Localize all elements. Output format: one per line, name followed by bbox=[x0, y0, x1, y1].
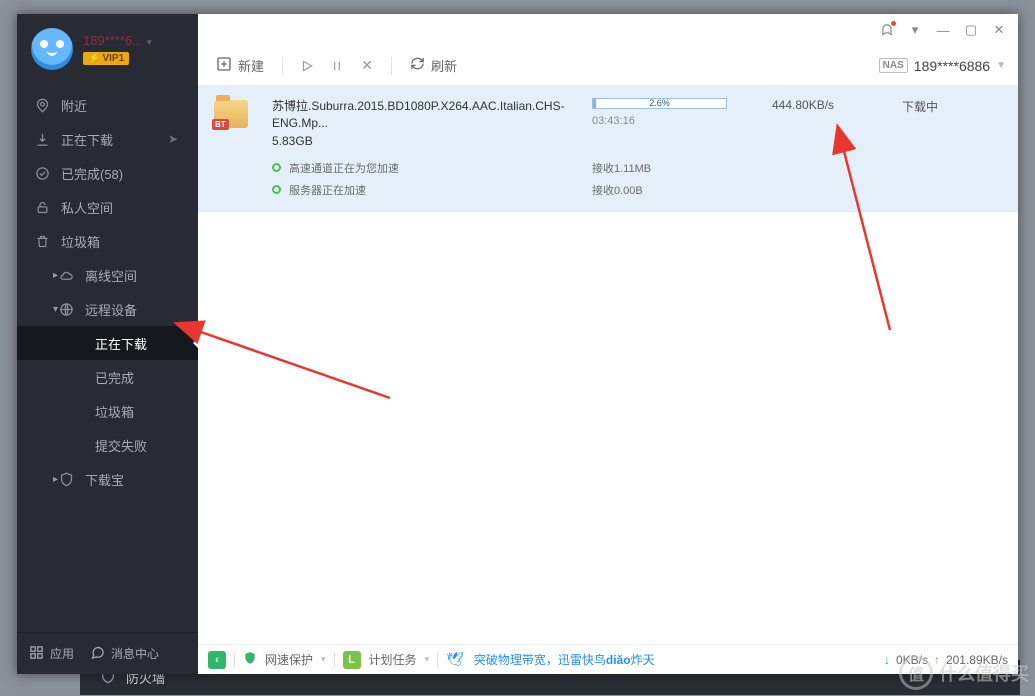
download-row[interactable]: BT 苏博拉.Suburra.2015.BD1080P.X264.AAC.Ita… bbox=[198, 86, 1018, 212]
main-panel: ▾ — ▢ ✕ 新建 ✕ 刷新 NAS bbox=[198, 14, 1018, 674]
titlebar: ▾ — ▢ ✕ bbox=[198, 14, 1018, 46]
vip-badge: ⚡VIP1 bbox=[83, 52, 129, 65]
pause-button[interactable] bbox=[325, 54, 349, 78]
send-icon[interactable]: ➤ bbox=[168, 132, 178, 146]
chevron-down-icon: ▾ bbox=[147, 37, 152, 47]
apps-button[interactable]: 应用 bbox=[29, 645, 74, 663]
bird-icon: 🕊 bbox=[446, 651, 464, 668]
chevron-down-icon: ▾ bbox=[425, 654, 430, 665]
sidebar: 189****6...▾ ⚡VIP1 附近 正在下载 ➤ 已完成(58) 私人空 bbox=[17, 14, 198, 674]
speed: 444.80KB/s bbox=[772, 98, 892, 112]
upload-arrow-icon: ↑ bbox=[934, 653, 940, 667]
back-square-button[interactable]: ‹ bbox=[208, 651, 226, 669]
download-list: BT 苏博拉.Suburra.2015.BD1080P.X264.AAC.Ita… bbox=[198, 86, 1018, 644]
sidebar-item-remote-downloading[interactable]: 正在下载 bbox=[17, 326, 198, 360]
accel-2: 服务器正在加速 bbox=[289, 182, 366, 198]
progress-bar: 2.6% bbox=[592, 98, 727, 109]
new-task-button[interactable]: 新建 bbox=[210, 52, 270, 80]
lock-icon bbox=[33, 200, 51, 215]
sidebar-item-trash[interactable]: 垃圾箱 bbox=[17, 224, 198, 258]
recv-2: 接收0.00B bbox=[592, 182, 762, 198]
chevron-down-icon: ▾ bbox=[321, 654, 326, 665]
progress-percent: 2.6% bbox=[593, 98, 726, 108]
badge-icon bbox=[57, 472, 75, 487]
folder-icon: BT bbox=[214, 100, 248, 128]
refresh-button[interactable]: 刷新 bbox=[404, 52, 463, 79]
sidebar-item-private[interactable]: 私人空间 bbox=[17, 190, 198, 224]
sidebar-item-remote-trash[interactable]: 垃圾箱 bbox=[17, 394, 198, 428]
toolbar: 新建 ✕ 刷新 NAS 189****6886 ▼ bbox=[198, 46, 1018, 86]
status-bar: ‹ 网速保护 ▾ L 计划任务 ▾ 🕊 突破物理带宽，迅雷快鸟diǎo炸天 ↓ … bbox=[198, 644, 1018, 674]
shield-green-icon bbox=[243, 651, 257, 668]
device-selector[interactable]: NAS 189****6886 ▼ bbox=[879, 58, 1006, 74]
trash-icon bbox=[33, 234, 51, 249]
app-window: 189****6...▾ ⚡VIP1 附近 正在下载 ➤ 已完成(58) 私人空 bbox=[17, 14, 1018, 674]
pin-icon bbox=[33, 98, 51, 113]
bt-badge: BT bbox=[212, 119, 229, 130]
grid-icon bbox=[29, 645, 44, 663]
refresh-icon bbox=[410, 56, 425, 75]
username[interactable]: 189****6...▾ bbox=[83, 33, 152, 48]
download-arrow-icon: ↓ bbox=[884, 653, 890, 667]
sidebar-item-completed[interactable]: 已完成(58) bbox=[17, 156, 198, 190]
check-icon bbox=[33, 166, 51, 181]
net-protect-label[interactable]: 网速保护 bbox=[265, 651, 313, 668]
recv-1: 接收1.11MB bbox=[592, 160, 762, 176]
close-button[interactable]: ✕ bbox=[986, 17, 1012, 43]
messages-button[interactable]: 消息中心 bbox=[90, 645, 159, 663]
maximize-button[interactable]: ▢ bbox=[958, 17, 984, 43]
sidebar-header: 189****6...▾ ⚡VIP1 bbox=[17, 14, 198, 82]
sidebar-item-remote-failed[interactable]: 提交失败 bbox=[17, 428, 198, 462]
sidebar-nav: 附近 正在下载 ➤ 已完成(58) 私人空间 垃圾箱 ▸ bbox=[17, 88, 198, 632]
sched-icon: L bbox=[343, 651, 361, 669]
promo-link[interactable]: 突破物理带宽，迅雷快鸟diǎo炸天 bbox=[474, 651, 655, 668]
minimize-button[interactable]: — bbox=[930, 17, 956, 43]
sidebar-item-downloading[interactable]: 正在下载 ➤ bbox=[17, 122, 198, 156]
ul-speed: 201.89KB/s bbox=[946, 653, 1008, 667]
nas-badge: NAS bbox=[879, 58, 908, 73]
chevron-down-icon: ▾ bbox=[53, 304, 58, 315]
file-name: 苏博拉.Suburra.2015.BD1080P.X264.AAC.Italia… bbox=[272, 98, 582, 132]
avatar[interactable] bbox=[31, 28, 73, 70]
chevron-down-icon: ▼ bbox=[996, 60, 1006, 71]
delete-button[interactable]: ✕ bbox=[355, 54, 379, 78]
chevron-right-icon: ▸ bbox=[53, 270, 58, 281]
menu-dropdown-icon[interactable]: ▾ bbox=[902, 17, 928, 43]
accel-1: 高速通道正在为您加速 bbox=[289, 160, 399, 176]
sidebar-item-nearby[interactable]: 附近 bbox=[17, 88, 198, 122]
sidebar-item-remote-completed[interactable]: 已完成 bbox=[17, 360, 198, 394]
status: 下载中 bbox=[902, 98, 1002, 115]
eta: 03:43:16 bbox=[592, 115, 762, 127]
sidebar-item-remote[interactable]: ▾ 远程设备 bbox=[17, 292, 198, 326]
scheduled-tasks-label[interactable]: 计划任务 bbox=[369, 651, 417, 668]
plus-icon bbox=[216, 56, 232, 76]
start-button[interactable] bbox=[295, 54, 319, 78]
device-name: 189****6886 bbox=[914, 58, 990, 74]
bell-icon[interactable] bbox=[874, 17, 900, 43]
sidebar-item-xiazaibao[interactable]: ▸ 下载宝 bbox=[17, 462, 198, 496]
sidebar-footer: 应用 消息中心 bbox=[17, 632, 198, 674]
globe-icon bbox=[57, 302, 75, 317]
sidebar-item-offline[interactable]: ▸ 离线空间 bbox=[17, 258, 198, 292]
accel-dot-icon bbox=[272, 163, 281, 172]
download-icon bbox=[33, 132, 51, 147]
file-size: 5.83GB bbox=[272, 134, 582, 148]
chat-icon bbox=[90, 645, 105, 663]
dl-speed: 0KB/s bbox=[896, 653, 928, 667]
cloud-icon bbox=[57, 268, 75, 283]
chevron-right-icon: ▸ bbox=[53, 474, 58, 485]
accel-dot-icon bbox=[272, 185, 281, 194]
